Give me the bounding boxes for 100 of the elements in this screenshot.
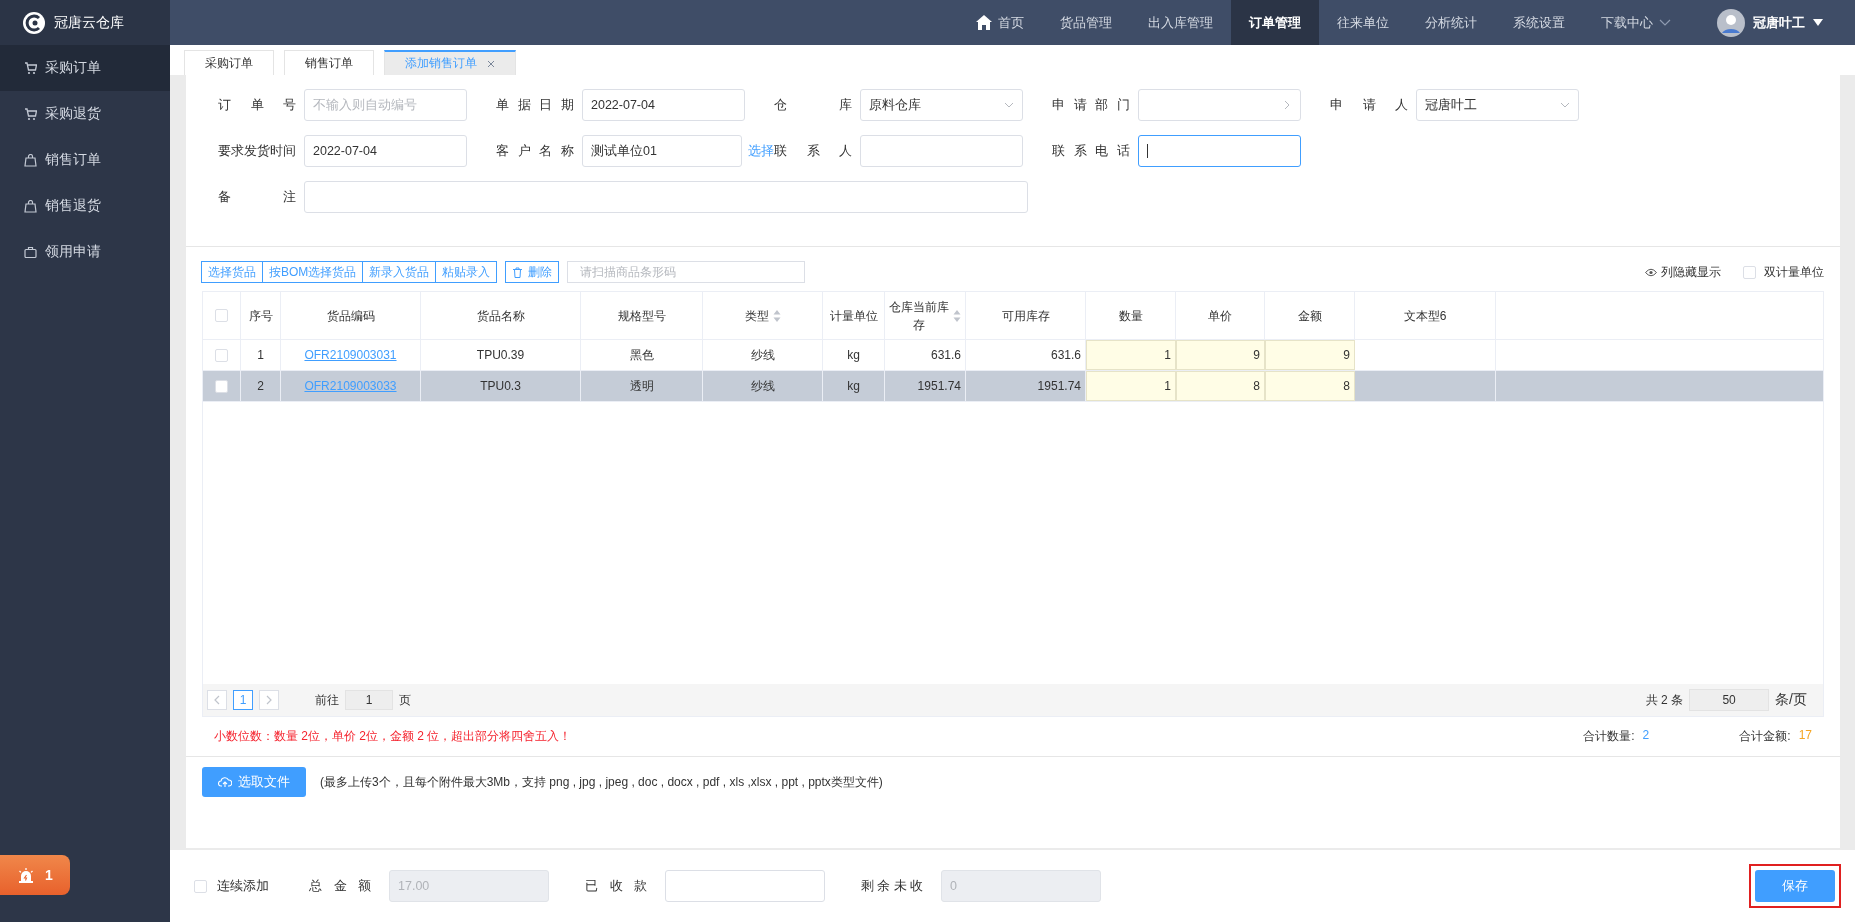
field-label: 申请人 [1330, 96, 1408, 114]
field-label: 已收款 [585, 877, 647, 895]
field-label: 单据日期 [496, 96, 574, 114]
column-header: 可用库存 [966, 292, 1086, 339]
select-field[interactable]: 原料仓库 [860, 89, 1023, 121]
cart-icon [24, 107, 37, 121]
caret-icon[interactable] [1813, 19, 1823, 26]
column-header: 计量单位 [823, 292, 885, 339]
checkbox[interactable] [215, 379, 228, 393]
field-label: 备注 [218, 188, 296, 206]
field-label: 订单号 [218, 96, 296, 114]
column-header[interactable]: 仓库当前库存 [885, 292, 966, 339]
chevron-down-icon [1004, 100, 1014, 110]
goto-suffix: 页 [399, 691, 411, 709]
editable-cell[interactable]: 1 [1086, 340, 1176, 370]
table-cell: 1 [241, 340, 281, 370]
table-cell: 1951.74 [885, 371, 966, 401]
cart-icon [24, 61, 37, 75]
field-label: 总金额 [309, 877, 371, 895]
table-row[interactable]: 2 OFR2109003033 TPU0.3 透明 纱线 kg 1951.74 1951.74 1 8 8 [203, 371, 1823, 402]
checkbox[interactable] [194, 879, 207, 893]
chevron-right-icon [1282, 100, 1292, 110]
select-field[interactable] [1138, 89, 1301, 121]
avatar-icon[interactable] [1717, 8, 1745, 37]
checkbox[interactable] [215, 348, 228, 362]
rounding-note: 小数位数：数量 2位，单价 2位，金额 2 位，超出部分将四舍五入！ [214, 728, 572, 745]
field-label: 联系电话 [1052, 142, 1130, 160]
table-cell: kg [823, 340, 885, 370]
table-cell: kg [823, 371, 885, 401]
sidebar-item[interactable]: 采购退货 [0, 91, 170, 137]
input-field[interactable]: 2022-07-04 [582, 89, 745, 121]
total-value: 17 [1798, 728, 1812, 744]
editable-cell[interactable]: 8 [1265, 371, 1355, 401]
page-input[interactable]: 1 [345, 690, 393, 710]
editable-cell[interactable]: 8 [1176, 371, 1265, 401]
editable-cell[interactable]: 9 [1265, 340, 1355, 370]
editable-cell[interactable]: 1 [1086, 371, 1176, 401]
prev-page-button[interactable] [207, 690, 227, 710]
table-cell: TPU0.39 [421, 340, 581, 370]
checkbox[interactable] [1743, 265, 1756, 279]
nav-item[interactable]: 货品管理 [1042, 0, 1130, 45]
page-size-field[interactable]: 50 [1689, 689, 1770, 711]
field-label: 仓库 [774, 96, 852, 114]
editable-cell[interactable]: 9 [1176, 340, 1265, 370]
select-field[interactable]: 冠唐叶工 [1416, 89, 1579, 121]
nav-item[interactable]: 首页 [958, 0, 1042, 45]
input-field[interactable]: 测试单位01 [582, 135, 742, 167]
nav-item[interactable]: 出入库管理 [1130, 0, 1231, 45]
total-label: 合计数量: [1583, 728, 1635, 745]
sort-icon[interactable] [772, 308, 781, 323]
total-label: 合计金额: [1739, 728, 1791, 745]
field-label: 联系人 [774, 142, 852, 160]
total-value: 2 [1642, 728, 1650, 744]
checkbox-label: 连续添加 [217, 877, 269, 895]
column-header: 文本型6 [1355, 292, 1496, 339]
nav-item[interactable]: 订单管理 [1231, 0, 1319, 45]
column-header: 规格型号 [581, 292, 703, 339]
tab[interactable]: 销售订单 [284, 50, 374, 75]
sidebar-item[interactable]: 销售订单 [0, 137, 170, 183]
alarm-icon [17, 867, 36, 883]
column-header: 金额 [1265, 292, 1355, 339]
column-header: 货品编码 [281, 292, 421, 339]
chevron-right-icon [265, 695, 273, 705]
column-header: 货品名称 [421, 292, 581, 339]
input-field[interactable]: 2022-07-04 [304, 135, 467, 167]
table-cell: 纱线 [703, 340, 823, 370]
bag-icon [24, 199, 37, 213]
trash-icon [512, 266, 524, 278]
nav-item[interactable]: 往来单位 [1319, 0, 1407, 45]
app-title: 冠唐云仓库 [54, 13, 124, 32]
tab[interactable]: 采购订单 [184, 50, 274, 75]
nav-item[interactable]: 系统设置 [1495, 0, 1583, 45]
column-header: 数量 [1086, 292, 1176, 339]
column-toggle-link[interactable]: 列隐藏显示 [1645, 263, 1721, 281]
briefcase-icon [24, 245, 37, 259]
input-field[interactable] [1138, 135, 1301, 167]
user-name[interactable]: 冠唐叶工 [1753, 13, 1805, 32]
table-cell: 2 [241, 371, 281, 401]
table-cell: 黑色 [581, 340, 703, 370]
close-icon[interactable] [487, 59, 495, 68]
checkbox-label: 双计量单位 [1764, 263, 1824, 281]
sidebar-item[interactable]: 领用申请 [0, 229, 170, 275]
field-label: 客户名称 [496, 142, 574, 160]
sort-icon[interactable] [953, 308, 961, 323]
logo-icon [22, 10, 46, 35]
table-cell: 631.6 [885, 340, 966, 370]
checkbox[interactable] [215, 309, 228, 322]
table-cell: TPU0.3 [421, 371, 581, 401]
nav-item[interactable]: 下载中心 [1583, 0, 1689, 45]
next-page-button[interactable] [259, 690, 279, 710]
nav-item[interactable]: 分析统计 [1407, 0, 1495, 45]
bag-icon [24, 153, 37, 167]
table-cell: 纱线 [703, 371, 823, 401]
home-icon [976, 15, 992, 30]
sidebar-item[interactable]: 采购订单 [0, 45, 170, 91]
sidebar-item[interactable]: 销售退货 [0, 183, 170, 229]
chevron-down-icon [1659, 18, 1671, 27]
chevron-left-icon [213, 695, 221, 705]
column-header[interactable]: 类型 [703, 292, 823, 339]
field-label: 要求发货时间 [218, 142, 296, 160]
